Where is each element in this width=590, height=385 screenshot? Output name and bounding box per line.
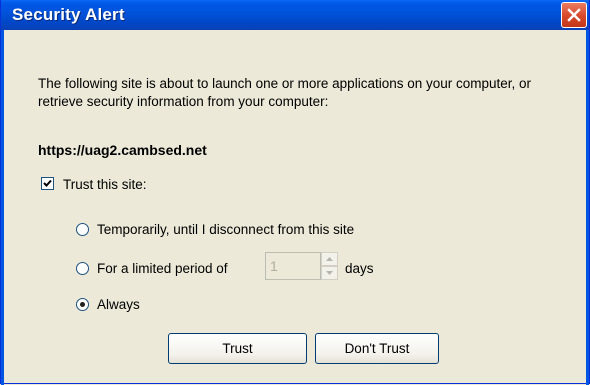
site-url: https://uag2.cambsed.net bbox=[38, 142, 207, 158]
close-button[interactable] bbox=[561, 2, 587, 28]
trust-site-label: Trust this site: bbox=[63, 177, 147, 192]
trust-button[interactable]: Trust bbox=[168, 333, 307, 364]
radio-temporarily-label: Temporarily, until I disconnect from thi… bbox=[97, 222, 355, 237]
radio-always[interactable] bbox=[76, 298, 89, 311]
window-frame-left bbox=[1, 30, 4, 385]
radio-always-label: Always bbox=[97, 297, 140, 312]
security-alert-dialog: Security Alert The following site is abo… bbox=[0, 0, 590, 385]
radio-temporarily[interactable] bbox=[76, 223, 89, 236]
period-spin-up-button[interactable] bbox=[321, 252, 338, 266]
checkmark-icon bbox=[43, 179, 52, 187]
period-input[interactable]: 1 bbox=[265, 252, 321, 280]
radio-limited-period[interactable] bbox=[76, 262, 89, 275]
period-spin-down-button[interactable] bbox=[321, 266, 338, 280]
spin-up-icon bbox=[326, 257, 333, 261]
intro-text: The following site is about to launch on… bbox=[38, 76, 532, 109]
window-frame-right bbox=[586, 30, 589, 385]
dont-trust-button[interactable]: Don't Trust bbox=[315, 333, 439, 364]
title-bar[interactable]: Security Alert bbox=[1, 0, 589, 30]
spin-down-icon bbox=[326, 271, 333, 275]
dialog-title: Security Alert bbox=[12, 5, 125, 24]
radio-selected-dot bbox=[80, 302, 85, 307]
close-icon bbox=[567, 8, 581, 22]
period-unit-label: days bbox=[345, 261, 374, 276]
trust-site-checkbox[interactable] bbox=[41, 177, 54, 190]
radio-limited-period-label: For a limited period of bbox=[97, 261, 228, 276]
